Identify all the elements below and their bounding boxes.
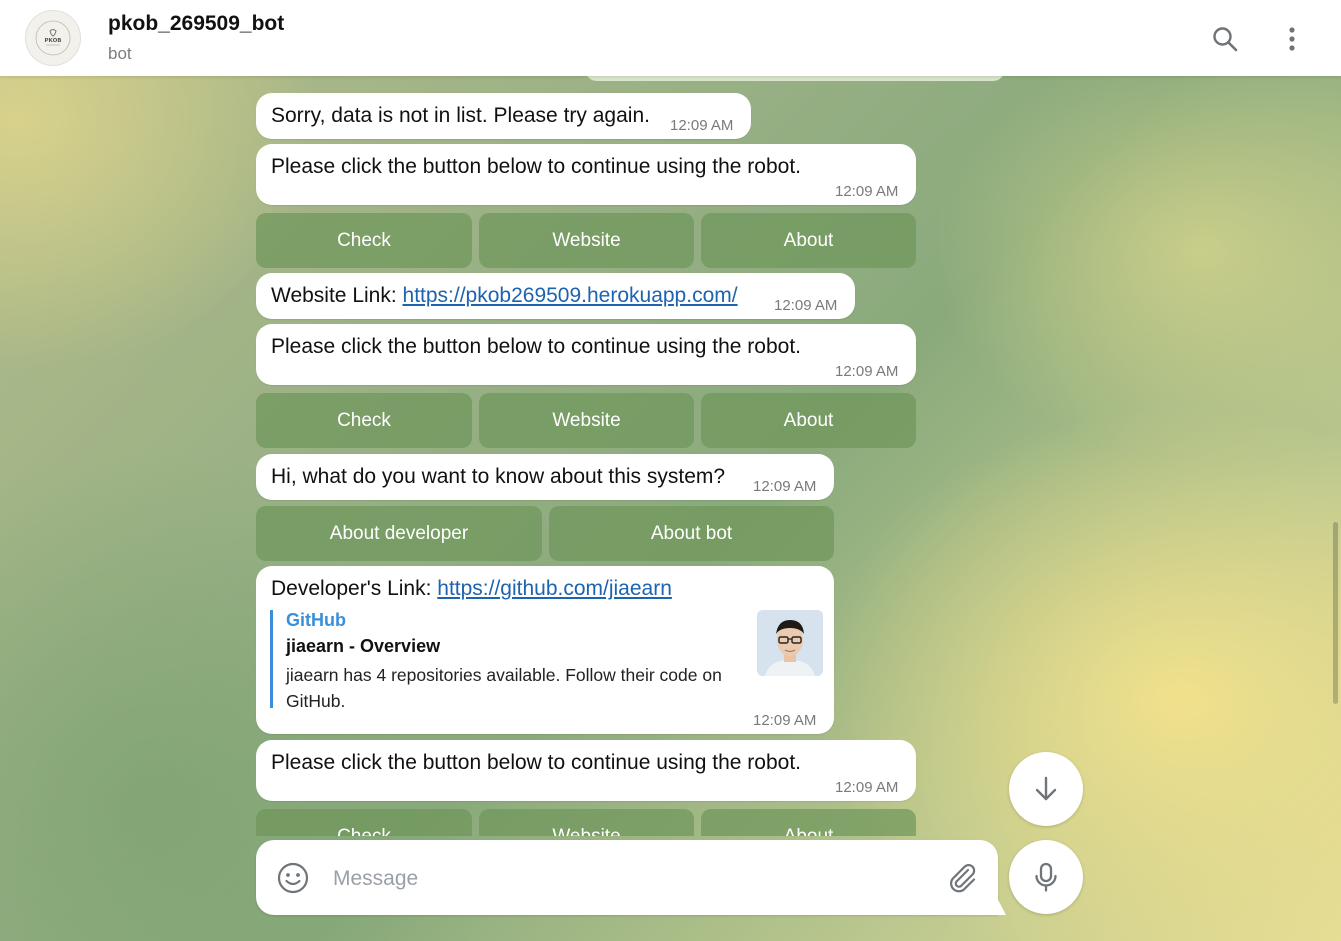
message-prefix: Website Link: (271, 284, 403, 307)
message-text: Hi, what do you want to know about this … (271, 465, 726, 488)
message-text: Please click the button below to continu… (271, 751, 802, 774)
message-text: Website Link: https://pkob269509.herokua… (271, 284, 738, 308)
website-button[interactable]: Website (479, 393, 694, 448)
message-time: 12:09 AM (835, 363, 899, 380)
message-list[interactable]: Sorry, data is not in list. Please try a… (0, 76, 1341, 836)
message-time: 12:09 AM (753, 712, 817, 729)
composer-tail (996, 896, 1006, 915)
chat-title[interactable]: pkob_269509_bot (108, 12, 284, 36)
voice-record-button[interactable] (1009, 840, 1083, 914)
paperclip-icon (950, 864, 976, 893)
message-bubble: Website Link: https://pkob269509.herokua… (256, 273, 855, 319)
message-bubble: Please click the button below to continu… (256, 144, 916, 205)
message-scrollbar[interactable] (1333, 522, 1338, 704)
message-composer (256, 840, 998, 915)
preview-site-name: GitHub (286, 610, 346, 630)
svg-text:PKOB: PKOB (45, 38, 62, 44)
message-bubble: Sorry, data is not in list. Please try a… (256, 93, 751, 139)
about-developer-button[interactable]: About developer (256, 506, 542, 561)
website-button[interactable]: Website (479, 213, 694, 268)
message-time: 12:09 AM (835, 779, 899, 796)
message-text: Sorry, data is not in list. Please try a… (271, 104, 650, 127)
about-button[interactable]: About (701, 213, 916, 268)
about-bot-button[interactable]: About bot (549, 506, 834, 561)
message-text: Developer's Link: https://github.com/jia… (271, 577, 672, 601)
previous-message-edge (585, 76, 1005, 81)
message-prefix: Developer's Link: (271, 577, 438, 600)
link-preview[interactable]: GitHub jiaearn - Overview jiaearn has 4 … (270, 610, 750, 711)
chat-status: bot (108, 44, 132, 63)
message-bubble: Please click the button below to continu… (256, 740, 916, 801)
bot-logo-icon: PKOB (35, 20, 71, 56)
message-input[interactable] (331, 858, 935, 900)
microphone-icon (1035, 862, 1057, 892)
search-button[interactable] (1210, 24, 1240, 54)
attach-button[interactable] (944, 860, 980, 896)
search-icon (1213, 27, 1238, 52)
message-text: Please click the button below to continu… (271, 155, 802, 178)
message-time: 12:09 AM (670, 117, 734, 134)
bot-avatar[interactable]: PKOB (25, 10, 81, 66)
check-button[interactable]: Check (256, 809, 472, 836)
check-button[interactable]: Check (256, 213, 472, 268)
message-bubble: Developer's Link: https://github.com/jia… (256, 566, 834, 734)
message-time: 12:09 AM (835, 183, 899, 200)
message-bubble: Please click the button below to continu… (256, 324, 916, 385)
message-time: 12:09 AM (774, 297, 838, 314)
website-button[interactable]: Website (479, 809, 694, 836)
emoji-button[interactable] (276, 861, 310, 895)
preview-description: jiaearn has 4 repositories available. Fo… (286, 665, 722, 711)
developer-link[interactable]: https://github.com/jiaearn (437, 577, 672, 600)
message-text: Please click the button below to continu… (271, 335, 802, 358)
about-button[interactable]: About (701, 393, 916, 448)
message-bubble: Hi, what do you want to know about this … (256, 454, 834, 500)
preview-thumbnail (757, 610, 823, 676)
preview-title: jiaearn - Overview (286, 636, 441, 656)
website-link[interactable]: https://pkob269509.herokuapp.com/ (403, 284, 738, 307)
arrow-down-icon (1035, 776, 1057, 801)
message-time: 12:09 AM (753, 478, 817, 495)
scroll-to-bottom-button[interactable] (1009, 752, 1083, 826)
more-vertical-icon (1289, 27, 1295, 51)
person-photo-icon (757, 610, 823, 676)
about-button[interactable]: About (701, 809, 916, 836)
chat-header: PKOB pkob_269509_bot bot (0, 0, 1341, 76)
more-options-button[interactable] (1277, 24, 1307, 54)
smiley-icon (277, 862, 309, 894)
check-button[interactable]: Check (256, 393, 472, 448)
